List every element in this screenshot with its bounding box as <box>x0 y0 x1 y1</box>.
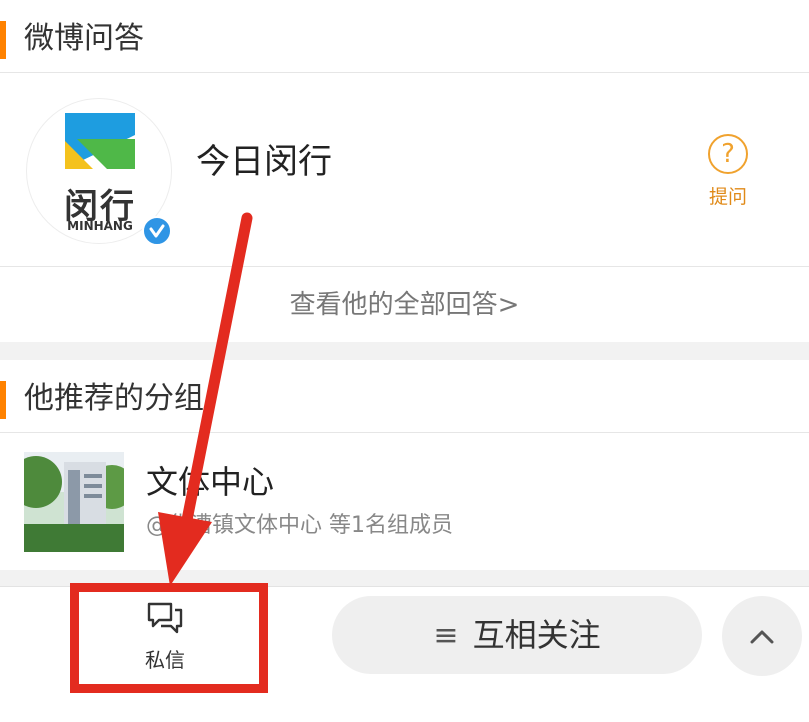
annotation-arrow-icon <box>158 212 253 586</box>
